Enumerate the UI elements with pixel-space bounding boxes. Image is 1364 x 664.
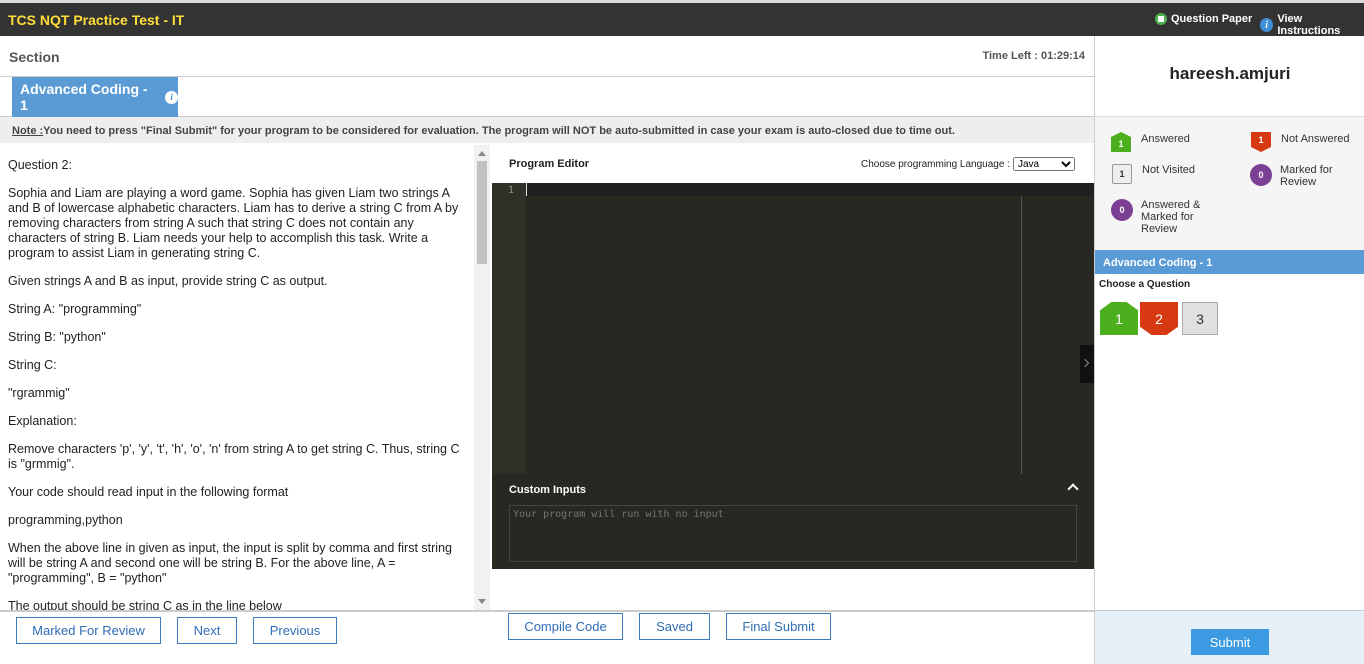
language-chooser: Choose programming Language : Java bbox=[861, 157, 1075, 171]
program-editor: Program Editor Choose programming Langua… bbox=[492, 145, 1094, 640]
question-scrollbar[interactable] bbox=[474, 145, 490, 610]
question-paragraph: String A: "programming" bbox=[8, 302, 142, 316]
scroll-down-icon[interactable] bbox=[478, 599, 486, 604]
marked-label: Marked for Review bbox=[1280, 164, 1333, 188]
submit-button[interactable]: Submit bbox=[1191, 629, 1269, 655]
answered-marked-label: Answered & Marked for Review bbox=[1141, 199, 1201, 235]
previous-button[interactable]: Previous bbox=[253, 617, 337, 644]
print-margin bbox=[1021, 196, 1022, 474]
answered-badge: 1 bbox=[1111, 132, 1131, 152]
question-paragraph: programming,python bbox=[8, 513, 123, 527]
tab-label: Advanced Coding - 1 bbox=[20, 81, 148, 113]
info-icon: i bbox=[1260, 18, 1274, 32]
mark-for-review-button[interactable]: Marked For Review bbox=[16, 617, 161, 644]
saved-button[interactable]: Saved bbox=[639, 613, 710, 640]
question-paragraph: Given strings A and B as input, provide … bbox=[8, 274, 328, 288]
section-header: Section Time Left : 01:29:14 bbox=[0, 36, 1094, 77]
compile-code-button[interactable]: Compile Code bbox=[508, 613, 623, 640]
question-paragraph: String C: bbox=[8, 358, 57, 372]
code-cursor-line[interactable] bbox=[526, 183, 1094, 196]
main-panel: Section Time Left : 01:29:14 Advanced Co… bbox=[0, 36, 1094, 664]
code-area[interactable]: 1 bbox=[492, 183, 1094, 474]
section-tabs: Advanced Coding - 1 i bbox=[0, 77, 1094, 117]
question-paragraph: "rgrammig" bbox=[8, 386, 70, 400]
footer-divider bbox=[0, 610, 1094, 612]
panel-toggle-handle[interactable] bbox=[1080, 345, 1094, 383]
final-submit-button[interactable]: Final Submit bbox=[726, 613, 831, 640]
question-paragraph: The output should be string C as in the … bbox=[8, 599, 282, 610]
question-paragraph: Question 2: bbox=[8, 158, 72, 172]
palette-section-title: Advanced Coding - 1 bbox=[1095, 250, 1364, 274]
question-button-2[interactable]: 2 bbox=[1140, 302, 1178, 335]
question-paragraph: Your code should read input in the follo… bbox=[8, 485, 289, 499]
view-instructions-label: View Instructions bbox=[1277, 13, 1341, 37]
info-icon[interactable]: i bbox=[165, 90, 178, 104]
submit-footer: Submit bbox=[1095, 610, 1364, 664]
question-paper-link[interactable]: Question Paper bbox=[1155, 13, 1252, 25]
top-bar: TCS NQT Practice Test - IT Question Pape… bbox=[0, 0, 1364, 37]
submission-note: Note :You need to press "Final Submit" f… bbox=[0, 117, 1094, 143]
user-name: hareesh.amjuri bbox=[1169, 64, 1291, 83]
question-paragraph: When the above line in given as input, t… bbox=[8, 541, 452, 585]
not-answered-label: Not Answered bbox=[1281, 133, 1350, 145]
language-label: Choose programming Language : bbox=[861, 158, 1010, 170]
custom-inputs-title: Custom Inputs bbox=[509, 484, 586, 496]
line-number: 1 bbox=[508, 185, 515, 196]
question-pane[interactable]: Question 2: Sophia and Liam are playing … bbox=[0, 145, 490, 610]
question-paragraph: Remove characters 'p', 'y', 't', 'h', 'o… bbox=[8, 442, 460, 471]
note-prefix: Note : bbox=[12, 125, 44, 137]
editor-title: Program Editor bbox=[509, 158, 590, 170]
question-paragraph: Explanation: bbox=[8, 414, 77, 428]
status-panel: hareesh.amjuri 1 Answered 1 Not Answered… bbox=[1094, 36, 1364, 664]
question-button-1[interactable]: 1 bbox=[1100, 302, 1138, 335]
custom-input-field[interactable] bbox=[509, 505, 1077, 562]
editor-header: Program Editor Choose programming Langua… bbox=[492, 145, 1094, 183]
question-button-3[interactable]: 3 bbox=[1182, 302, 1218, 335]
next-button[interactable]: Next bbox=[177, 617, 237, 644]
tab-advanced-coding[interactable]: Advanced Coding - 1 i bbox=[12, 77, 178, 117]
question-text: Question 2: Sophia and Liam are playing … bbox=[8, 158, 468, 610]
question-paper-label: Question Paper bbox=[1171, 13, 1253, 25]
time-left: Time Left : 01:29:14 bbox=[982, 50, 1085, 62]
not-visited-label: Not Visited bbox=[1142, 164, 1195, 176]
chevron-up-icon[interactable] bbox=[1067, 483, 1079, 495]
answered-label: Answered bbox=[1141, 133, 1190, 145]
line-gutter: 1 bbox=[492, 183, 526, 474]
question-paragraph: Sophia and Liam are playing a word game.… bbox=[8, 186, 459, 260]
question-paragraph: String B: "python" bbox=[8, 330, 106, 344]
note-text: You need to press "Final Submit" for you… bbox=[43, 125, 955, 137]
question-paper-icon bbox=[1155, 13, 1167, 25]
scroll-thumb[interactable] bbox=[477, 161, 487, 264]
section-label: Section bbox=[9, 49, 60, 65]
not-answered-badge: 1 bbox=[1251, 132, 1271, 152]
scroll-up-icon[interactable] bbox=[478, 151, 486, 156]
answered-marked-badge: 0 bbox=[1111, 199, 1133, 221]
marked-badge: 0 bbox=[1250, 164, 1272, 186]
app-title: TCS NQT Practice Test - IT bbox=[8, 12, 185, 28]
status-legend: 1 Answered 1 Not Answered 1 Not Visited … bbox=[1095, 116, 1364, 250]
not-visited-badge: 1 bbox=[1112, 164, 1132, 184]
custom-inputs-panel: Custom Inputs bbox=[492, 474, 1094, 569]
view-instructions-link[interactable]: i View Instructions bbox=[1260, 13, 1364, 37]
language-select[interactable]: Java bbox=[1012, 157, 1075, 171]
choose-question-label: Choose a Question bbox=[1099, 279, 1191, 290]
